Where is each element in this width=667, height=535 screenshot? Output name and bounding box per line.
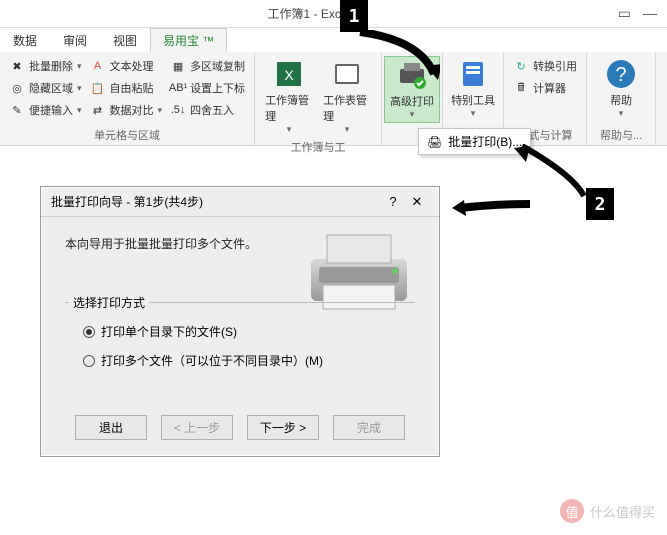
paste-icon: 📋 (90, 80, 106, 96)
minimize-icon[interactable]: — (643, 5, 657, 22)
dialog-help-button[interactable]: ? (381, 194, 405, 209)
title-bar: 工作簿1 - Excel ▭ — (0, 0, 667, 28)
workbook-icon: X (273, 58, 305, 90)
refresh-icon: ↻ (513, 58, 529, 74)
multi-copy-button[interactable]: ▦多区域复制 (167, 56, 248, 76)
printer-icon: 🖨 (427, 135, 442, 149)
tab-bar: 数据 审阅 视图 易用宝 ™ (0, 28, 667, 52)
radio-icon (83, 355, 95, 367)
svg-text:?: ? (616, 64, 627, 86)
group-help: ? 帮助▾ 帮助与... (587, 52, 656, 145)
batch-delete-button[interactable]: ✖批量删除▾ (6, 56, 85, 76)
tab-review[interactable]: 审阅 (50, 28, 100, 52)
quick-input-button[interactable]: ✎便捷输入▾ (6, 100, 85, 120)
eye-icon: ◎ (9, 80, 25, 96)
window-title: 工作簿1 - Excel (0, 5, 618, 22)
ribbon-collapse-icon[interactable]: ▭ (618, 5, 631, 22)
radio-single-dir[interactable]: 打印单个目录下的文件(S) (75, 317, 405, 346)
group-label: 帮助与... (593, 125, 649, 143)
hide-area-button[interactable]: ◎隐藏区域▾ (6, 78, 85, 98)
group-cells: ✖批量删除▾ ◎隐藏区域▾ ✎便捷输入▾ A文本处理 📋自由粘贴 ⇄数据对比▾ … (0, 52, 255, 145)
help-icon: ? (605, 58, 637, 90)
round-icon: .5↓ (170, 102, 186, 118)
annotation-arrow-3 (452, 200, 532, 220)
fieldset-legend: 选择打印方式 (69, 294, 149, 311)
watermark: 值 什么值得买 (560, 499, 655, 523)
dialog-close-button[interactable]: ✕ (405, 194, 429, 210)
dialog-buttons: 退出 < 上一步 下一步 > 完成 (41, 403, 439, 456)
special-tools-button[interactable]: 特别工具▾ (445, 56, 501, 121)
group-label: 工作簿与工 (261, 137, 375, 155)
group-label: 单元格与区域 (6, 125, 248, 143)
tools-icon (457, 58, 489, 90)
convert-ref-button[interactable]: ↻转换引用 (510, 56, 580, 76)
annotation-marker-1: 1 (340, 0, 368, 32)
dialog-titlebar: 批量打印向导 - 第1步(共4步) ? ✕ (41, 187, 439, 217)
finish-button[interactable]: 完成 (333, 415, 405, 440)
annotation-arrow-1 (350, 30, 440, 80)
radio-icon (83, 326, 95, 338)
workbook-manage-button[interactable]: X 工作簿管理▾ (261, 56, 317, 137)
x-icon: ✖ (9, 58, 25, 74)
superscript-button[interactable]: AB¹设置上下标 (167, 78, 248, 98)
round-button[interactable]: .5↓四舍五入 (167, 100, 248, 120)
svg-text:X: X (284, 67, 294, 83)
watermark-text: 什么值得买 (590, 502, 655, 521)
compare-icon: ⇄ (90, 102, 106, 118)
exit-button[interactable]: 退出 (75, 415, 147, 440)
calculator-icon: 🖩 (513, 80, 529, 96)
tab-view[interactable]: 视图 (100, 28, 150, 52)
radio-multi-file[interactable]: 打印多个文件（可以位于不同目录中）(M) (75, 346, 405, 375)
data-compare-button[interactable]: ⇄数据对比▾ (87, 100, 166, 120)
next-button[interactable]: 下一步 > (247, 415, 319, 440)
text-icon: A (90, 58, 106, 74)
watermark-icon: 值 (560, 499, 584, 523)
calculator-button[interactable]: 🖩计算器 (510, 78, 580, 98)
tab-easytool[interactable]: 易用宝 ™ (150, 28, 227, 52)
print-mode-fieldset: 选择打印方式 打印单个目录下的文件(S) 打印多个文件（可以位于不同目录中）(M… (65, 302, 415, 385)
free-paste-button[interactable]: 📋自由粘贴 (87, 78, 166, 98)
edit-icon: ✎ (9, 102, 25, 118)
text-process-button[interactable]: A文本处理 (87, 56, 166, 76)
ribbon: ✖批量删除▾ ◎隐藏区域▾ ✎便捷输入▾ A文本处理 📋自由粘贴 ⇄数据对比▾ … (0, 52, 667, 146)
superscript-icon: AB¹ (170, 80, 186, 96)
prev-button[interactable]: < 上一步 (161, 415, 233, 440)
copy-icon: ▦ (170, 58, 186, 74)
help-button[interactable]: ? 帮助▾ (593, 56, 649, 121)
tab-data[interactable]: 数据 (0, 28, 50, 52)
window-buttons: ▭ — (618, 5, 667, 22)
batch-print-dialog: 批量打印向导 - 第1步(共4步) ? ✕ 本向导用于批量批量打印多个文件。 选… (40, 186, 440, 457)
dialog-title: 批量打印向导 - 第1步(共4步) (51, 193, 381, 210)
